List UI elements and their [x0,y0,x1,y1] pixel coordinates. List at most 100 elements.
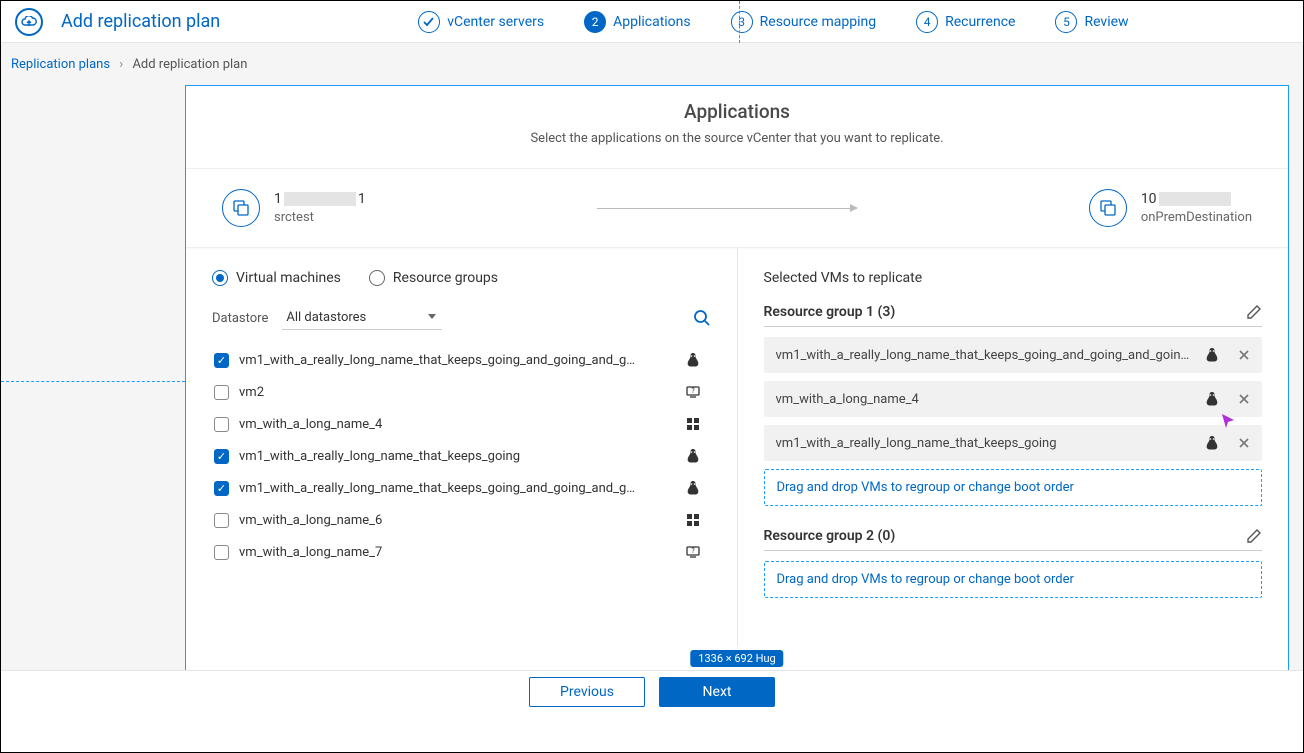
content-area: Replication plans › Add replication plan… [1,43,1303,712]
radio-virtual-machines[interactable]: Virtual machines [212,270,341,286]
dest-ip-prefix: 10 [1141,191,1157,207]
vcenter-icon [222,189,260,227]
step-applications[interactable]: 2 Applications [584,11,691,33]
vm-row[interactable]: vm1_with_a_really_long_name_that_keeps_g… [212,472,711,504]
linux-icon [1204,347,1220,363]
selected-vm-row[interactable]: vm_with_a_long_name_4 [764,381,1263,417]
linux-icon [685,352,701,368]
arrow-icon [597,208,857,209]
vm-name: vm1_with_a_really_long_name_that_keeps_g… [776,348,1195,363]
step-number: 4 [916,11,938,33]
radio-label: Virtual machines [236,270,341,286]
vm-name: vm1_with_a_really_long_name_that_keeps_g… [239,449,675,464]
next-button[interactable]: Next [659,677,775,707]
datastore-dropdown[interactable]: All datastores [282,306,442,330]
checkbox[interactable] [214,385,229,400]
vm-name: vm1_with_a_really_long_name_that_keeps_g… [776,436,1195,451]
dest-endpoint: 10 onPremDestination [1089,189,1252,227]
vm-name: vm1_with_a_really_long_name_that_keeps_g… [239,353,675,368]
breadcrumb-current: Add replication plan [132,57,247,72]
step-label: Applications [613,14,691,30]
search-icon[interactable] [693,309,711,327]
vm-row[interactable]: vm_with_a_long_name_7? [212,536,711,568]
svg-text:?: ? [691,387,695,395]
guide-line [739,1,740,43]
step-review[interactable]: 5 Review [1055,11,1128,33]
vcenter-icon [1089,189,1127,227]
vm-list: vm1_with_a_really_long_name_that_keeps_g… [212,344,711,568]
step-vcenter[interactable]: vCenter servers [418,11,544,33]
page-title: Add replication plan [61,11,220,32]
vm-row[interactable]: vm2? [212,376,711,408]
vm-row[interactable]: vm1_with_a_really_long_name_that_keeps_g… [212,440,711,472]
vm-row[interactable]: vm_with_a_long_name_4 [212,408,711,440]
checkbox[interactable] [214,481,229,496]
vm-name: vm_with_a_long_name_4 [776,392,1195,407]
drop-zone[interactable]: Drag and drop VMs to regroup or change b… [764,561,1263,598]
unknown-icon: ? [685,544,701,560]
vm-row[interactable]: vm1_with_a_really_long_name_that_keeps_g… [212,344,711,376]
selected-title: Selected VMs to replicate [764,270,1263,286]
checkbox[interactable] [214,545,229,560]
checkbox[interactable] [214,449,229,464]
remove-icon[interactable] [1238,349,1250,361]
windows-icon [685,416,701,432]
step-number: 2 [584,11,606,33]
checkbox[interactable] [214,417,229,432]
cloud-sync-icon [15,8,43,36]
resource-group-header: Resource group 1 (3) [764,304,1263,327]
cursor-icon [1220,412,1238,430]
vm-name: vm1_with_a_really_long_name_that_keeps_g… [239,481,675,496]
source-ip-prefix: 1 [274,191,282,207]
breadcrumb-root[interactable]: Replication plans [11,57,110,72]
chevron-right-icon: › [119,57,123,72]
wizard-steps: vCenter servers 2 Applications 3 Resourc… [418,11,1128,33]
radio-icon [212,270,228,286]
source-ip-suffix: 1 [358,191,366,207]
topbar: Add replication plan vCenter servers 2 A… [1,1,1303,43]
edit-icon[interactable] [1246,528,1262,544]
dest-name: onPremDestination [1141,210,1252,225]
linux-icon [685,480,701,496]
edit-icon[interactable] [1246,304,1262,320]
checkbox[interactable] [214,353,229,368]
check-icon [418,11,440,33]
selected-vms-panel: Selected VMs to replicate Resource group… [738,248,1289,646]
panel-subtitle: Select the applications on the source vC… [186,131,1288,146]
vm-selector: Virtual machines Resource groups Datasto… [186,248,738,646]
group-title: Resource group 2 (0) [764,528,896,544]
resource-group-header: Resource group 2 (0) [764,528,1263,551]
remove-icon[interactable] [1238,393,1250,405]
vm-name: vm2 [239,385,675,400]
step-label: Resource mapping [760,14,876,30]
vm-row[interactable]: vm_with_a_long_name_6 [212,504,711,536]
step-resource-mapping[interactable]: 3 Resource mapping [731,11,876,33]
remove-icon[interactable] [1238,437,1250,449]
step-number: 3 [731,11,753,33]
redacted [284,192,356,206]
step-label: Recurrence [945,14,1015,30]
breadcrumb: Replication plans › Add replication plan [1,43,1303,86]
radio-resource-groups[interactable]: Resource groups [369,270,498,286]
previous-button[interactable]: Previous [529,677,645,707]
datastore-label: Datastore [212,311,268,326]
radio-icon [369,270,385,286]
drop-zone[interactable]: Drag and drop VMs to regroup or change b… [764,469,1263,506]
radio-label: Resource groups [393,270,498,286]
wizard-footer: Previous Next [1,670,1303,712]
windows-icon [685,512,701,528]
endpoints-bar: 1 1 srctest 10 onPremDestination [186,168,1288,248]
step-recurrence[interactable]: 4 Recurrence [916,11,1015,33]
vm-name: vm_with_a_long_name_6 [239,513,675,528]
group-title: Resource group 1 (3) [764,304,896,320]
step-number: 5 [1055,11,1077,33]
unknown-icon: ? [685,384,701,400]
linux-icon [1204,435,1220,451]
selected-vm-row[interactable]: vm1_with_a_really_long_name_that_keeps_g… [764,337,1263,373]
vm-name: vm_with_a_long_name_7 [239,545,675,560]
panel-title: Applications [186,100,1288,123]
source-name: srctest [274,210,366,225]
wizard-panel: Applications Select the applications on … [185,85,1289,684]
selected-vm-row[interactable]: vm1_with_a_really_long_name_that_keeps_g… [764,425,1263,461]
checkbox[interactable] [214,513,229,528]
